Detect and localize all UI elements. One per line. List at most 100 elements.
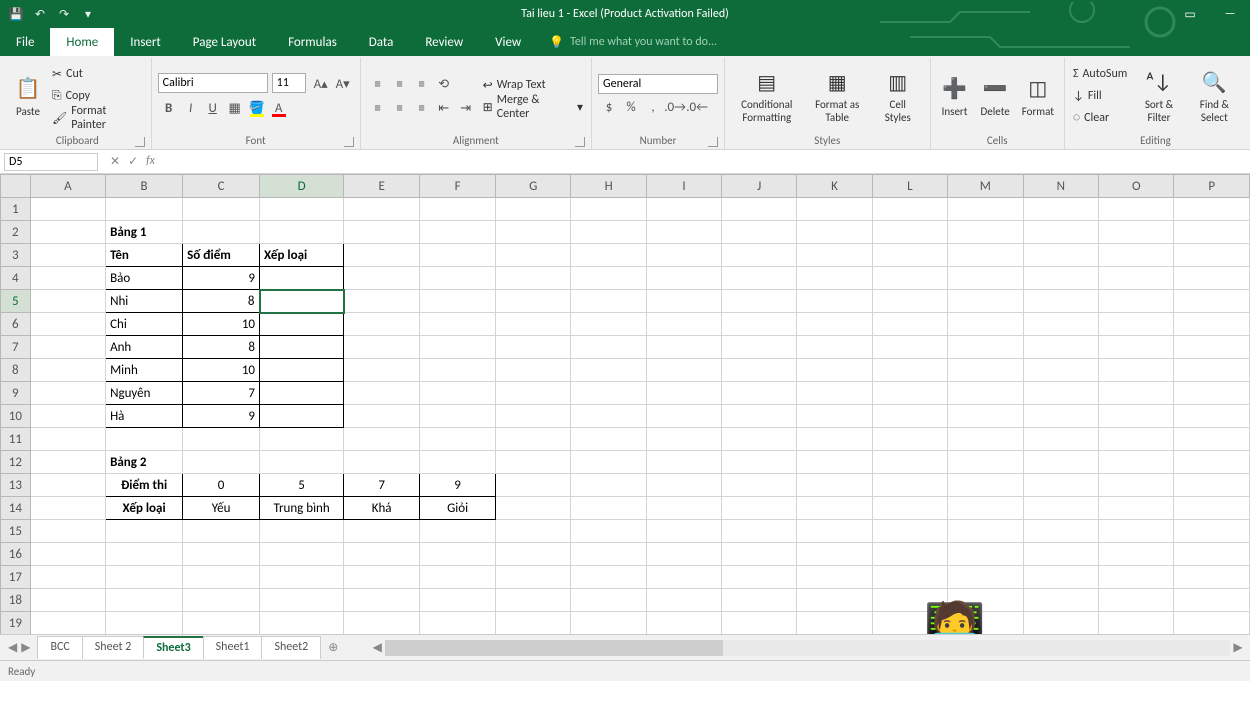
cell-J7[interactable]: [722, 336, 797, 359]
cell-K17[interactable]: [797, 566, 872, 589]
cell-B13[interactable]: Điểm thi: [106, 474, 183, 497]
cell-H15[interactable]: [571, 520, 646, 543]
cell-J16[interactable]: [722, 543, 797, 566]
cell-J18[interactable]: [722, 589, 797, 612]
tab-home[interactable]: Home: [50, 28, 114, 56]
col-header-D[interactable]: D: [260, 175, 344, 198]
cell-O10[interactable]: [1099, 405, 1174, 428]
cell-E2[interactable]: [344, 221, 420, 244]
cell-K5[interactable]: [797, 290, 872, 313]
cell-M1[interactable]: [948, 198, 1024, 221]
cell-F19[interactable]: [420, 612, 496, 635]
cell-O16[interactable]: [1099, 543, 1174, 566]
cell-I10[interactable]: [646, 405, 721, 428]
cell-D13[interactable]: 5: [260, 474, 344, 497]
cell-C8[interactable]: 10: [183, 359, 260, 382]
cell-H17[interactable]: [571, 566, 646, 589]
cell-P5[interactable]: [1174, 290, 1250, 313]
cell-M11[interactable]: [948, 428, 1024, 451]
cell-H7[interactable]: [571, 336, 646, 359]
cell-F7[interactable]: [420, 336, 496, 359]
font-size-combo[interactable]: [272, 73, 306, 93]
decrease-decimal-button[interactable]: .0←: [686, 96, 708, 118]
cell-M6[interactable]: [948, 313, 1024, 336]
col-header-I[interactable]: I: [646, 175, 721, 198]
cell-H12[interactable]: [571, 451, 646, 474]
cell-D4[interactable]: [260, 267, 344, 290]
align-top-button[interactable]: ≡: [367, 73, 389, 95]
cell-O5[interactable]: [1099, 290, 1174, 313]
cell-F16[interactable]: [420, 543, 496, 566]
cell-H10[interactable]: [571, 405, 646, 428]
cell-E8[interactable]: [344, 359, 420, 382]
cell-K15[interactable]: [797, 520, 872, 543]
cell-A16[interactable]: [30, 543, 105, 566]
cell-K8[interactable]: [797, 359, 872, 382]
col-header-L[interactable]: L: [872, 175, 947, 198]
cell-F14[interactable]: Giỏi: [420, 497, 496, 520]
cell-F5[interactable]: [420, 290, 496, 313]
cell-M18[interactable]: [948, 589, 1024, 612]
align-bottom-button[interactable]: ≡: [411, 73, 433, 95]
cell-G18[interactable]: [496, 589, 571, 612]
cell-M9[interactable]: [948, 382, 1024, 405]
cell-A1[interactable]: [30, 198, 105, 221]
cell-D7[interactable]: [260, 336, 344, 359]
cell-I14[interactable]: [646, 497, 721, 520]
cell-O6[interactable]: [1099, 313, 1174, 336]
undo-icon[interactable]: ↶: [32, 6, 48, 22]
cell-I15[interactable]: [646, 520, 721, 543]
cell-D19[interactable]: [260, 612, 344, 635]
cell-D16[interactable]: [260, 543, 344, 566]
cell-D10[interactable]: [260, 405, 344, 428]
cell-K14[interactable]: [797, 497, 872, 520]
cell-I13[interactable]: [646, 474, 721, 497]
sheet-prev-icon[interactable]: ◀: [8, 640, 17, 655]
cell-E16[interactable]: [344, 543, 420, 566]
fill-color-button[interactable]: 🪣: [246, 97, 268, 119]
cell-J1[interactable]: [722, 198, 797, 221]
cell-I1[interactable]: [646, 198, 721, 221]
cell-O17[interactable]: [1099, 566, 1174, 589]
cell-B17[interactable]: [106, 566, 183, 589]
cell-L13[interactable]: [872, 474, 947, 497]
row-header-11[interactable]: 11: [1, 428, 31, 451]
cell-G13[interactable]: [496, 474, 571, 497]
cell-D9[interactable]: [260, 382, 344, 405]
cell-G15[interactable]: [496, 520, 571, 543]
cell-A8[interactable]: [30, 359, 105, 382]
tab-formulas[interactable]: Formulas: [272, 28, 353, 56]
col-header-B[interactable]: B: [106, 175, 183, 198]
col-header-F[interactable]: F: [420, 175, 496, 198]
cell-A10[interactable]: [30, 405, 105, 428]
cell-H14[interactable]: [571, 497, 646, 520]
cell-N14[interactable]: [1023, 497, 1098, 520]
cell-C11[interactable]: [183, 428, 260, 451]
row-header-2[interactable]: 2: [1, 221, 31, 244]
cell-N18[interactable]: [1023, 589, 1098, 612]
sheet-tab-sheet-2[interactable]: Sheet 2: [82, 636, 145, 659]
cell-J17[interactable]: [722, 566, 797, 589]
cell-N5[interactable]: [1023, 290, 1098, 313]
cell-K2[interactable]: [797, 221, 872, 244]
cell-K16[interactable]: [797, 543, 872, 566]
cell-A19[interactable]: [30, 612, 105, 635]
row-header-6[interactable]: 6: [1, 313, 31, 336]
cell-L10[interactable]: [872, 405, 947, 428]
cell-I2[interactable]: [646, 221, 721, 244]
cell-O9[interactable]: [1099, 382, 1174, 405]
cell-O7[interactable]: [1099, 336, 1174, 359]
cell-I12[interactable]: [646, 451, 721, 474]
cell-J10[interactable]: [722, 405, 797, 428]
cell-M15[interactable]: [948, 520, 1024, 543]
wrap-text-button[interactable]: ↩Wrap Text: [481, 75, 585, 95]
cell-G2[interactable]: [496, 221, 571, 244]
cell-D8[interactable]: [260, 359, 344, 382]
sheet-next-icon[interactable]: ▶: [21, 640, 30, 655]
align-right-button[interactable]: ≡: [411, 97, 433, 119]
cell-J2[interactable]: [722, 221, 797, 244]
cell-N15[interactable]: [1023, 520, 1098, 543]
cell-M10[interactable]: [948, 405, 1024, 428]
cell-N19[interactable]: [1023, 612, 1098, 635]
tab-file[interactable]: File: [0, 28, 50, 56]
